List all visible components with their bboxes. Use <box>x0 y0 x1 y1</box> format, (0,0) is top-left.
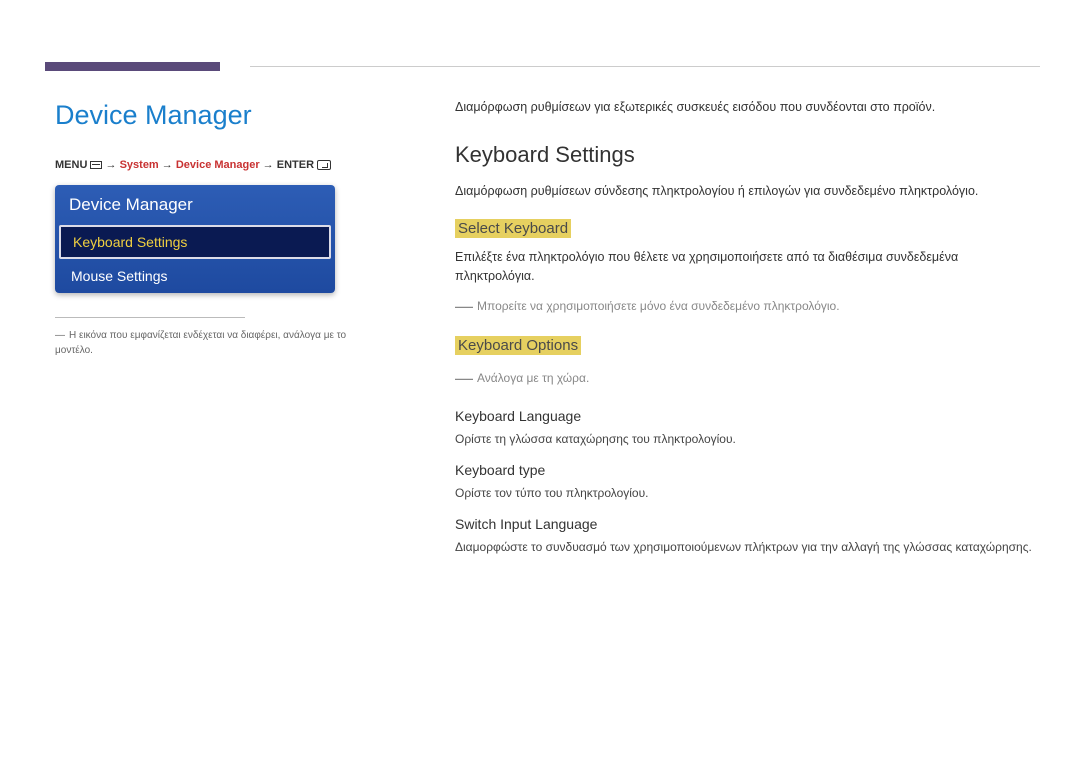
breadcrumb-device-manager: Device Manager <box>176 159 260 171</box>
note-dash-icon: ― <box>455 368 473 388</box>
panel-title: Device Manager <box>55 185 335 225</box>
left-footnote: ―Η εικόνα που εμφανίζεται ενδέχεται να δ… <box>55 328 355 358</box>
keyboard-settings-heading: Keyboard Settings <box>455 142 1035 168</box>
note-dash-icon: ― <box>455 296 473 316</box>
switch-input-language-desc: Διαμορφώστε το συνδυασμό των χρησιμοποιο… <box>455 538 1035 556</box>
page-title: Device Manager <box>55 100 355 131</box>
keyboard-options-heading: Keyboard Options <box>455 336 581 355</box>
menu-icon <box>90 161 102 169</box>
enter-icon <box>317 160 331 170</box>
breadcrumb-arrow: → <box>106 159 117 171</box>
section-marker <box>45 62 220 71</box>
breadcrumb-arrow: → <box>263 159 274 171</box>
breadcrumb: MENU → System → Device Manager → ENTER <box>55 159 355 171</box>
panel-item-keyboard-settings[interactable]: Keyboard Settings <box>59 225 331 259</box>
breadcrumb-arrow: → <box>162 159 173 171</box>
select-keyboard-heading: Select Keyboard <box>455 219 571 238</box>
select-keyboard-desc: Επιλέξτε ένα πληκτρολόγιο που θέλετε να … <box>455 248 1035 286</box>
select-keyboard-note-text: Μπορείτε να χρησιμοποιήσετε μόνο ένα συν… <box>477 299 840 313</box>
keyboard-options-note-text: Ανάλογα με τη χώρα. <box>477 371 589 385</box>
left-column: Device Manager MENU → System → Device Ma… <box>55 100 355 358</box>
keyboard-type-desc: Ορίστε τον τύπο του πληκτρολογίου. <box>455 484 1035 502</box>
panel-item-mouse-settings[interactable]: Mouse Settings <box>55 259 335 293</box>
keyboard-language-heading: Keyboard Language <box>455 408 1035 424</box>
intro-text: Διαμόρφωση ρυθμίσεων για εξωτερικές συσκ… <box>455 100 1035 114</box>
right-column: Διαμόρφωση ρυθμίσεων για εξωτερικές συσκ… <box>455 100 1035 570</box>
keyboard-type-heading: Keyboard type <box>455 462 1035 478</box>
footnote-divider <box>55 317 245 318</box>
breadcrumb-system: System <box>120 159 159 171</box>
footnote-dash: ― <box>55 330 65 341</box>
breadcrumb-enter: ENTER <box>277 159 314 171</box>
breadcrumb-menu: MENU <box>55 159 87 171</box>
select-keyboard-note: ― Μπορείτε να χρησιμοποιήσετε μόνο ένα συ… <box>455 293 1035 320</box>
device-manager-panel: Device Manager Keyboard Settings Mouse S… <box>55 185 335 293</box>
keyboard-settings-desc: Διαμόρφωση ρυθμίσεων σύνδεσης πληκτρολογ… <box>455 182 1035 201</box>
footnote-text: Η εικόνα που εμφανίζεται ενδέχεται να δι… <box>55 330 346 356</box>
keyboard-options-note: ― Ανάλογα με τη χώρα. <box>455 365 1035 392</box>
switch-input-language-heading: Switch Input Language <box>455 516 1035 532</box>
keyboard-language-desc: Ορίστε τη γλώσσα καταχώρησης του πληκτρο… <box>455 430 1035 448</box>
top-divider <box>250 66 1040 67</box>
